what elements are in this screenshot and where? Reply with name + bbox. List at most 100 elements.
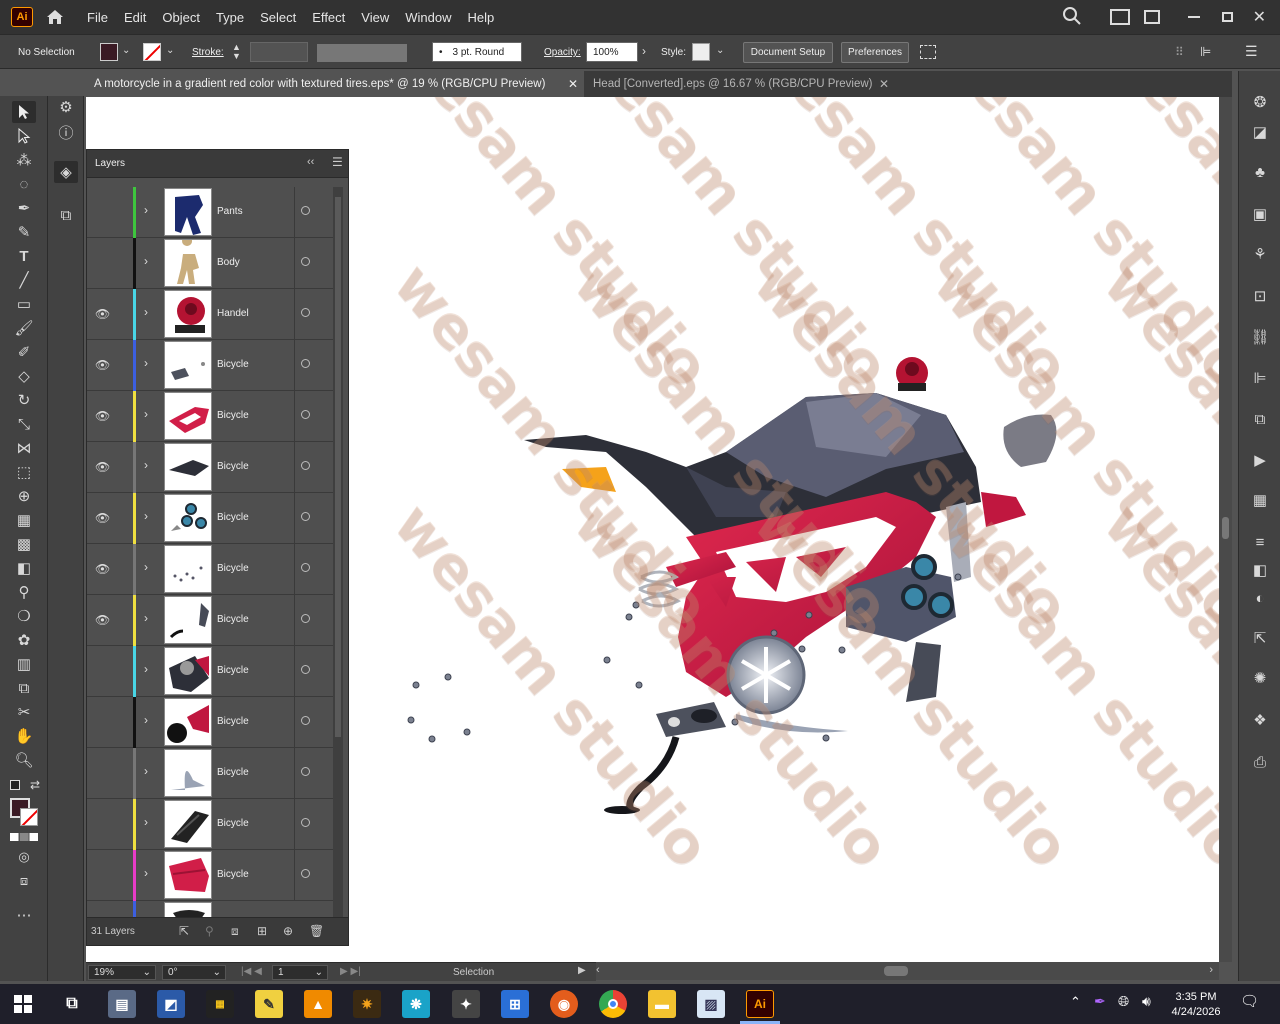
scroll-left-icon[interactable]: ‹ [596, 964, 600, 976]
target-icon[interactable] [301, 665, 310, 674]
layer-name[interactable]: Bicycle [217, 716, 249, 727]
scroll-right-icon[interactable]: › [1209, 964, 1213, 976]
show-hidden-icons[interactable]: ⌃ [1070, 994, 1081, 1010]
layer-name[interactable]: Bicycle [217, 410, 249, 421]
artboards-icon[interactable]: ⧉ [54, 204, 78, 226]
pen-tool-icon[interactable]: ✒ [12, 197, 36, 219]
gradient-tool-icon[interactable]: ◧ [12, 557, 36, 579]
layer-name[interactable]: Bicycle [217, 512, 249, 523]
artboard-field[interactable]: 1 ⌄ [272, 965, 328, 980]
arrange-icon[interactable] [920, 45, 936, 59]
links-icon[interactable]: ⛓ [1248, 326, 1272, 348]
create-new-layer-icon[interactable]: ⊕ [283, 924, 293, 938]
eye-icon[interactable]: 👁︎ [95, 511, 110, 525]
expand-layer-icon[interactable]: › [144, 254, 148, 268]
taskbar-app-icon[interactable]: ✷ [353, 990, 381, 1018]
layer-row[interactable]: › Pants [87, 187, 333, 238]
layer-row[interactable]: 👁︎ › Bicycle [87, 595, 333, 646]
menu-view[interactable]: View [353, 10, 397, 25]
target-icon[interactable] [301, 206, 310, 215]
fill-swatch[interactable] [100, 43, 118, 61]
layers-icon[interactable]: ◈ [54, 161, 78, 183]
menu-edit[interactable]: Edit [116, 10, 154, 25]
stroke-swatch[interactable] [143, 43, 161, 61]
clock-time[interactable]: 3:35 PM [1166, 991, 1226, 1003]
type-tool-icon[interactable]: T [12, 245, 36, 267]
appearance-icon[interactable]: ❂ [1248, 91, 1272, 113]
layer-name[interactable]: Bicycle [217, 869, 249, 880]
swap-colors-icon[interactable]: ⇄ [30, 778, 40, 792]
expand-layer-icon[interactable]: › [144, 764, 148, 778]
home-icon[interactable] [45, 7, 65, 27]
vlc-icon[interactable]: ▲ [304, 990, 332, 1018]
puppet-warp-icon[interactable]: ⚘ [1248, 243, 1272, 265]
expand-layer-icon[interactable]: › [144, 458, 148, 472]
shaper-tool-icon[interactable]: ✐ [12, 341, 36, 363]
layer-row[interactable]: 👁︎ › Bicycle [87, 340, 333, 391]
target-icon[interactable] [301, 614, 310, 623]
curvature-tool-icon[interactable]: ✎ [12, 221, 36, 243]
drawing-modes-icon[interactable]: ◎ [12, 846, 36, 868]
pen-tray-icon[interactable]: ✒ [1094, 993, 1106, 1010]
target-icon[interactable] [301, 461, 310, 470]
layer-name[interactable]: Bicycle [217, 461, 249, 472]
arrange-documents-icon[interactable] [1109, 9, 1130, 25]
delete-layer-icon[interactable]: 🗑︎ [309, 924, 324, 938]
artboard-tool-icon[interactable]: ⧉ [12, 677, 36, 699]
blend-tool-icon[interactable]: ❍ [12, 605, 36, 627]
expand-layer-icon[interactable]: › [144, 407, 148, 421]
opacity-field[interactable]: 100% [586, 42, 638, 62]
volume-icon[interactable]: 🔊︎ [1142, 993, 1151, 1010]
libraries-icon[interactable]: ▣ [1248, 203, 1272, 225]
eye-icon[interactable]: 👁︎ [95, 460, 110, 474]
workspace-switcher-icon[interactable] [1143, 10, 1160, 24]
pathfinder-icon[interactable]: ⧉ [1248, 408, 1272, 430]
target-icon[interactable] [301, 308, 310, 317]
layer-name[interactable]: Body [217, 257, 240, 268]
line-tool-icon[interactable]: ╱ [12, 269, 36, 291]
eye-icon[interactable]: 👁︎ [95, 562, 110, 576]
target-icon[interactable] [301, 257, 310, 266]
start-button[interactable] [14, 995, 32, 1013]
eye-icon[interactable]: 👁︎ [95, 358, 110, 372]
layer-row[interactable]: › Bicycle [87, 850, 333, 901]
task-view-icon[interactable]: ⧉ [58, 990, 86, 1018]
expand-layer-icon[interactable]: › [144, 356, 148, 370]
eraser-tool-icon[interactable]: ◇ [12, 365, 36, 387]
align-icon[interactable]: ⠿ [1175, 45, 1184, 59]
rectangle-tool-icon[interactable]: ▭ [12, 293, 36, 315]
menu-object[interactable]: Object [154, 10, 208, 25]
menu-help[interactable]: Help [459, 10, 502, 25]
style-dropdown-icon[interactable]: ⌄ [716, 45, 724, 56]
clock-date[interactable]: 4/24/2026 [1166, 1006, 1226, 1018]
layers-scrollbar[interactable] [333, 187, 343, 919]
perspective-grid-tool-icon[interactable]: ▦ [12, 509, 36, 531]
target-icon[interactable] [301, 563, 310, 572]
brush-definition-field[interactable]: • 3 pt. Round [432, 42, 522, 62]
close-tab-icon[interactable]: ✕ [568, 77, 578, 91]
stroke-dropdown-icon[interactable]: ⌄ [166, 45, 174, 56]
taskbar-app-icon[interactable]: ▨ [697, 990, 725, 1018]
make-clipping-mask-icon[interactable]: ⧈ [231, 924, 239, 939]
expand-layer-icon[interactable]: › [144, 509, 148, 523]
target-icon[interactable] [301, 818, 310, 827]
lasso-tool-icon[interactable]: ◌ [12, 173, 36, 195]
close-tab-icon[interactable]: ✕ [879, 77, 889, 91]
more-tools-icon[interactable]: ⋯ [12, 904, 36, 926]
brushes-icon[interactable]: ❖ [1248, 709, 1272, 731]
menu-select[interactable]: Select [252, 10, 304, 25]
style-swatch[interactable] [692, 43, 710, 61]
rotation-field[interactable]: 0° ⌄ [162, 965, 226, 980]
color-mode-icons[interactable] [10, 833, 38, 841]
menu-effect[interactable]: Effect [304, 10, 353, 25]
column-graph-tool-icon[interactable]: ▥ [12, 653, 36, 675]
distribute-icon[interactable]: ⊫ [1200, 44, 1211, 60]
variable-width-profile[interactable] [317, 44, 407, 62]
layer-name[interactable]: Bicycle [217, 563, 249, 574]
info-icon[interactable]: ⓘ [54, 121, 78, 143]
layer-row[interactable]: › Bicycle [87, 697, 333, 748]
notifications-icon[interactable]: 🗨︎ [1240, 992, 1259, 1010]
symbols-icon[interactable]: ♣ [1248, 161, 1272, 183]
transform-icon[interactable]: ⊡ [1248, 285, 1272, 307]
layer-row[interactable]: 👁︎ › Bicycle [87, 391, 333, 442]
